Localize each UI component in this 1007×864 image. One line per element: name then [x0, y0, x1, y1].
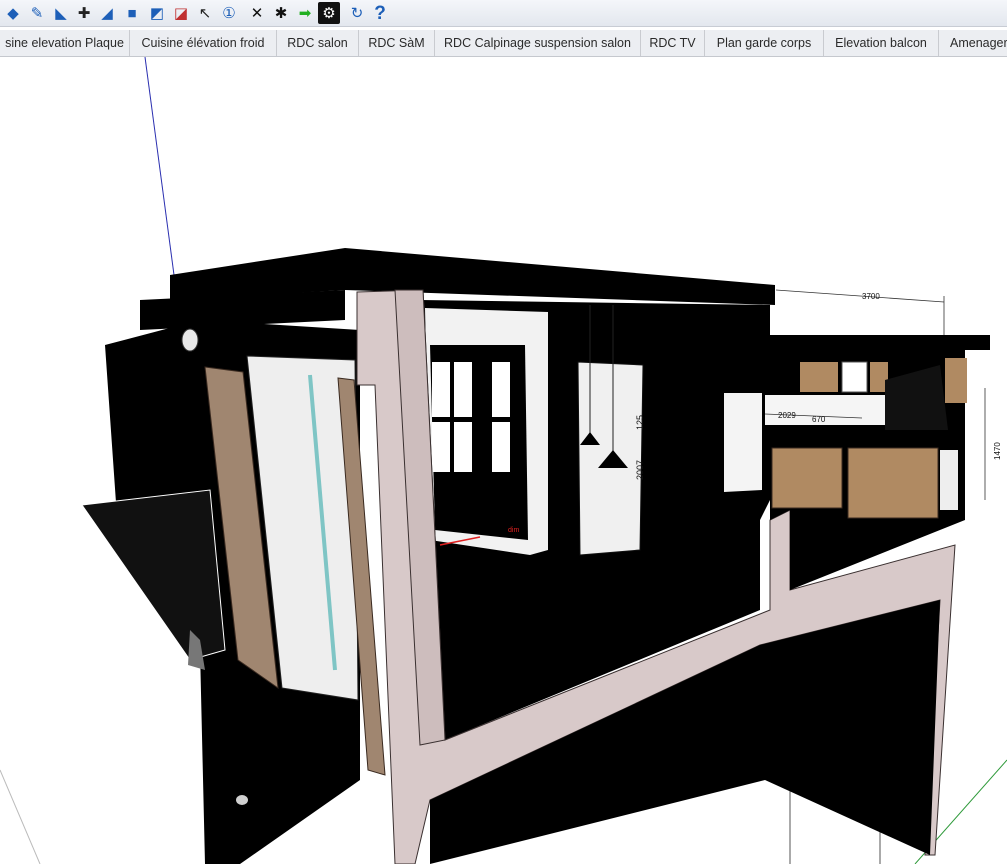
- tool-button-9[interactable]: ①: [218, 2, 240, 24]
- scene-tab-elevation-balcon[interactable]: Elevation balcon: [824, 30, 939, 56]
- dimension-kitchen-height: 1470: [993, 442, 1002, 460]
- tab-label: RDC SàM: [368, 36, 425, 50]
- ground-guide-line: [0, 769, 41, 864]
- close-x-icon: ✕: [250, 4, 264, 22]
- 3d-model-viewport[interactable]: 2007 125 dim 3700 2029 670 1470: [0, 57, 1007, 864]
- dimension-kitchen-b: 670: [812, 415, 826, 424]
- kitchen-tall-cabinet: [945, 358, 967, 403]
- scene-tab-plan-garde-corps[interactable]: Plan garde corps: [705, 30, 824, 56]
- kitchen-lower-cabinet: [771, 447, 843, 509]
- tab-label: Amenager: [950, 36, 1007, 50]
- tool-button-1[interactable]: ✎: [26, 2, 48, 24]
- help-icon: ?: [374, 2, 386, 24]
- dimension-top-width: 3700: [862, 292, 880, 301]
- tool-button-15[interactable]: ?: [369, 2, 391, 24]
- tab-label: RDC TV: [649, 36, 696, 50]
- tool-button-6[interactable]: ◩: [146, 2, 168, 24]
- scene-tab-cuisine-elevation-froid[interactable]: Cuisine élévation froid: [130, 30, 277, 56]
- kitchen-upper-cabinet: [800, 362, 838, 392]
- tool-button-10[interactable]: ✕: [246, 2, 268, 24]
- kitchen-open-door: [724, 393, 762, 492]
- cube-icon: ■: [127, 4, 137, 22]
- window-pane: [432, 362, 450, 417]
- dimension-window-height: 2007: [635, 460, 645, 480]
- window-pane: [432, 422, 450, 472]
- tab-label: Elevation balcon: [835, 36, 927, 50]
- tab-label: RDC salon: [287, 36, 348, 50]
- scene-tab-rdc-tv[interactable]: RDC TV: [641, 30, 705, 56]
- window-pane: [454, 422, 472, 472]
- eraser-icon: ◪: [173, 4, 189, 22]
- left-balcony-slab: [81, 489, 226, 661]
- kitchen-side-panel: [940, 450, 958, 510]
- tool-button-14[interactable]: ↻: [346, 2, 368, 24]
- tool-button-5[interactable]: ■: [121, 2, 143, 24]
- scene-tab-amenager[interactable]: Amenager: [939, 30, 1007, 56]
- select-arrow-icon: ↖: [198, 4, 212, 22]
- scene-tab-cuisine-elevation-plaque[interactable]: sine elevation Plaque: [0, 30, 130, 56]
- wall-lamp: [181, 328, 199, 352]
- window-pane: [492, 422, 510, 472]
- dimension-kitchen-a: 2029: [778, 411, 796, 420]
- tab-label: RDC Calpinage suspension salon: [444, 36, 631, 50]
- scene-tab-rdc-sam[interactable]: RDC SàM: [359, 30, 435, 56]
- tool-button-0[interactable]: ◆: [2, 2, 24, 24]
- paint-icon: ◩: [149, 4, 165, 22]
- scene-tab-rdc-calpinage[interactable]: RDC Calpinage suspension salon: [435, 30, 641, 56]
- scene-tab-bar: sine elevation Plaque Cuisine élévation …: [0, 30, 1007, 57]
- exterior-light: [236, 795, 248, 805]
- model-drawing: 2007 125 dim 3700 2029 670 1470: [0, 57, 1007, 864]
- tab-label: Cuisine élévation froid: [141, 36, 265, 50]
- numbering-icon: ①: [222, 4, 236, 22]
- window-pane: [454, 362, 472, 417]
- tool-button-11[interactable]: ✱: [270, 2, 292, 24]
- tool-button-13[interactable]: ⚙: [318, 2, 340, 24]
- refresh-icon: ↻: [350, 4, 364, 22]
- tape-measure-icon: ◣: [55, 4, 67, 22]
- pencil-icon: ✎: [30, 4, 44, 22]
- component-icon: ⚙: [322, 4, 336, 22]
- section-plane-icon: ◢: [101, 4, 113, 22]
- walk-icon: ◆: [7, 4, 19, 22]
- tool-button-7[interactable]: ◪: [170, 2, 192, 24]
- blue-axis-line: [144, 57, 179, 306]
- tool-button-3[interactable]: ✚: [73, 2, 95, 24]
- main-toolbar: ◆ ✎ ◣ ✚ ◢ ■ ◩ ◪ ↖ ① ✕ ✱ ➡ ⚙ ↻ ?: [0, 0, 1007, 27]
- window-pane: [492, 362, 510, 417]
- tool-button-2[interactable]: ◣: [50, 2, 72, 24]
- kitchen-lower-cabinet: [847, 447, 939, 519]
- tab-label: Plan garde corps: [716, 36, 812, 50]
- red-marker-tag: dim: [508, 527, 519, 534]
- tool-button-12[interactable]: ➡: [294, 2, 316, 24]
- tool-button-8[interactable]: ↖: [194, 2, 216, 24]
- kitchen-window: [841, 361, 868, 393]
- axes-icon: ✚: [77, 4, 91, 22]
- dimension-line-top: [775, 289, 945, 303]
- explode-icon: ✱: [274, 4, 288, 22]
- tab-label: sine elevation Plaque: [5, 36, 124, 50]
- scene-tab-rdc-salon[interactable]: RDC salon: [277, 30, 359, 56]
- kitchen-ceiling-slab: [768, 335, 990, 350]
- dimension-window-small: 125: [635, 415, 645, 430]
- green-arrow-icon: ➡: [298, 4, 312, 22]
- tool-button-4[interactable]: ◢: [96, 2, 118, 24]
